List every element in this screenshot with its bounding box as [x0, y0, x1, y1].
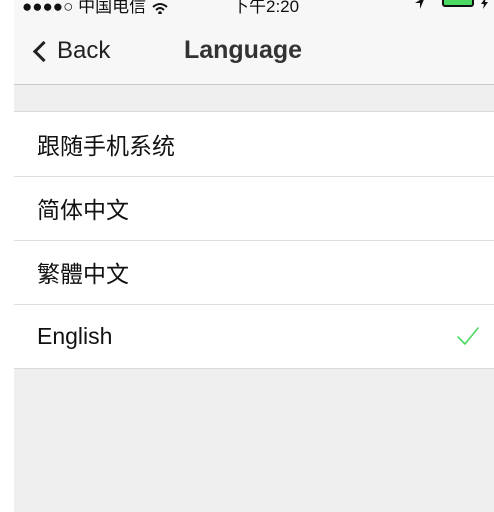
- checkmark-icon: [457, 327, 479, 345]
- left-edge-strip: [0, 0, 14, 512]
- charging-bolt-icon: [481, 0, 488, 12]
- status-carrier-group: ●●●●○ 中国电信: [22, 0, 169, 14]
- battery-icon: [442, 0, 475, 7]
- wifi-icon: [151, 0, 169, 14]
- navigation-bar: Back Language: [14, 14, 494, 85]
- language-option-label: English: [37, 322, 113, 349]
- location-arrow-icon: [414, 0, 426, 12]
- language-option-follow-system[interactable]: 跟随手机系统: [14, 112, 494, 176]
- language-list: 跟随手机系统 简体中文 繁體中文 English: [14, 111, 494, 369]
- language-option-label: 繁體中文: [37, 261, 129, 287]
- language-option-english[interactable]: English: [14, 304, 494, 368]
- signal-strength: ●●●●○: [22, 0, 74, 14]
- page-title: Language: [183, 36, 303, 64]
- language-settings-screen: ●●●●○ 中国电信 下午2:20 Back Language 跟随手机系统 简…: [0, 0, 494, 512]
- language-option-traditional-chinese[interactable]: 繁體中文: [14, 240, 494, 304]
- language-option-label: 跟随手机系统: [37, 133, 175, 159]
- language-option-simplified-chinese[interactable]: 简体中文: [14, 176, 494, 240]
- status-right-group: [414, 0, 488, 12]
- status-time: 下午2:20: [232, 0, 300, 14]
- language-option-label: 简体中文: [37, 197, 129, 223]
- carrier-name: 中国电信: [78, 0, 147, 14]
- status-bar: ●●●●○ 中国电信 下午2:20: [14, 0, 494, 14]
